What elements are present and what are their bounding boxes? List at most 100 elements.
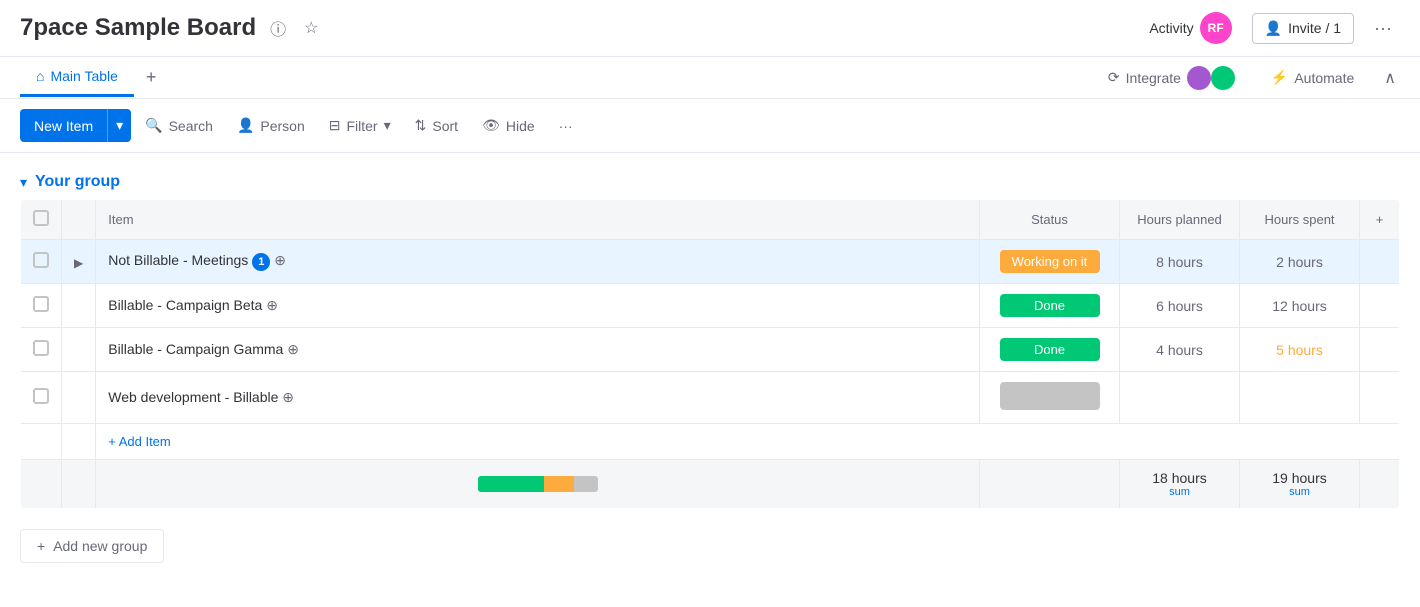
add-new-group-button[interactable]: + Add new group: [20, 529, 164, 563]
row-expand-2[interactable]: [62, 284, 96, 328]
activity-label: Activity: [1149, 20, 1193, 36]
clock-icon[interactable]: ⊕: [266, 297, 278, 313]
automate-label: Automate: [1294, 70, 1354, 86]
clock-icon[interactable]: ⊕: [287, 341, 299, 357]
item-name: Not Billable - Meetings: [108, 252, 248, 268]
top-bar-left: 7pace Sample Board ⓘ ☆: [20, 12, 322, 44]
table-row: Web development - Billable ⊕: [21, 372, 1400, 424]
sum-hours-spent-value: 19 hours: [1272, 470, 1326, 486]
header-hours-spent: Hours spent: [1240, 200, 1360, 240]
row-checkbox-2[interactable]: [21, 284, 62, 328]
sum-add: [1360, 460, 1400, 509]
header-checkbox[interactable]: [21, 200, 62, 240]
tab-main-table[interactable]: ⌂ Main Table: [20, 58, 134, 97]
pb-orange: [544, 476, 574, 492]
new-item-button[interactable]: New Item ▾: [20, 109, 131, 142]
collapse-button[interactable]: ∧: [1380, 64, 1400, 92]
sum-check: [21, 460, 62, 509]
row-expand-4[interactable]: [62, 372, 96, 424]
integrate-avatars: [1187, 66, 1235, 90]
add-item-expand: [62, 424, 96, 460]
row-add-2: [1360, 284, 1400, 328]
row-hours-spent-1: 2 hours: [1240, 240, 1360, 284]
header-expand: [62, 200, 96, 240]
status-badge: Working on it: [1000, 250, 1100, 273]
row-hours-planned-2: 6 hours: [1120, 284, 1240, 328]
avatar-1: [1187, 66, 1211, 90]
board-table: Item Status Hours planned Hours spent + …: [20, 199, 1400, 509]
automate-action[interactable]: ⚡ Automate: [1261, 63, 1364, 92]
add-tab-button[interactable]: +: [138, 57, 165, 98]
search-icon: 🔍: [145, 117, 162, 134]
table-row: Billable - Campaign Gamma ⊕Done4 hours5 …: [21, 328, 1400, 372]
row-hours-spent-2: 12 hours: [1240, 284, 1360, 328]
person-icon: 👤: [1265, 20, 1282, 37]
row-checkbox-4[interactable]: [21, 372, 62, 424]
checkbox[interactable]: [33, 340, 49, 356]
group-header[interactable]: ▾ Your group: [20, 173, 1400, 191]
sum-status: [980, 460, 1120, 509]
sum-hours-planned-value: 18 hours: [1152, 470, 1206, 486]
group-title: Your group: [35, 173, 120, 191]
status-empty: [1000, 382, 1100, 410]
new-item-arrow-icon[interactable]: ▾: [107, 109, 131, 142]
sum-row: 18 hours sum 19 hours sum: [21, 460, 1400, 509]
row-item-4: Web development - Billable ⊕: [96, 372, 980, 424]
automate-icon: ⚡: [1271, 69, 1288, 86]
activity-button[interactable]: Activity RF: [1141, 8, 1239, 48]
row-expand-1[interactable]: ▶: [62, 240, 96, 284]
row-item-1: Not Billable - Meetings1 ⊕: [96, 240, 980, 284]
row-status-3[interactable]: Done: [980, 328, 1120, 372]
person-filter-button[interactable]: 👤 Person: [227, 111, 315, 140]
row-status-2[interactable]: Done: [980, 284, 1120, 328]
search-label: Search: [169, 118, 213, 134]
table-row: ▶ Not Billable - Meetings1 ⊕ Working on it…: [21, 240, 1400, 284]
header-hours-planned: Hours planned: [1120, 200, 1240, 240]
badge-count: 1: [252, 253, 270, 271]
expand-arrow-icon[interactable]: ▶: [74, 256, 83, 270]
invite-button[interactable]: 👤 Invite / 1: [1252, 13, 1354, 44]
checkbox[interactable]: [33, 388, 49, 404]
add-item-row[interactable]: + Add Item: [21, 424, 1400, 460]
status-badge: Done: [1000, 338, 1100, 361]
checkbox[interactable]: [33, 296, 49, 312]
table-row: Billable - Campaign Beta ⊕ Done 6 hours12 …: [21, 284, 1400, 328]
row-item-3: Billable - Campaign Gamma ⊕: [96, 328, 980, 372]
more-toolbar-icon: ···: [559, 118, 573, 134]
hide-button[interactable]: 👁 Hide: [472, 111, 545, 140]
header-add-col[interactable]: +: [1360, 200, 1400, 240]
header-item: Item: [96, 200, 980, 240]
clock-icon[interactable]: ⊕: [282, 389, 294, 405]
tab-bar-right: ⟳ Integrate ⚡ Automate ∧: [1098, 60, 1400, 96]
row-expand-3[interactable]: [62, 328, 96, 372]
sort-button[interactable]: ⇅ Sort: [405, 111, 468, 140]
search-button[interactable]: 🔍 Search: [135, 111, 223, 140]
item-name: Billable - Campaign Beta: [108, 297, 262, 313]
add-item-cell[interactable]: + Add Item: [96, 424, 1400, 460]
more-options-button[interactable]: ···: [1366, 14, 1400, 43]
row-status-1[interactable]: Working on it: [980, 240, 1120, 284]
filter-button[interactable]: ⊟ Filter ▾: [319, 111, 401, 140]
tab-bar: ⌂ Main Table + ⟳ Integrate ⚡ Automate ∧: [0, 57, 1420, 99]
filter-icon: ⊟: [329, 117, 341, 134]
top-bar-right: Activity RF 👤 Invite / 1 ···: [1141, 8, 1400, 48]
more-toolbar-button[interactable]: ···: [549, 112, 583, 140]
item-name: Web development - Billable: [108, 389, 278, 405]
row-checkbox-1[interactable]: [21, 240, 62, 284]
sum-hours-planned: 18 hours sum: [1120, 460, 1240, 509]
table-header-row: Item Status Hours planned Hours spent +: [21, 200, 1400, 240]
sort-label: Sort: [432, 118, 458, 134]
row-item-2: Billable - Campaign Beta ⊕: [96, 284, 980, 328]
checkbox[interactable]: [33, 252, 49, 268]
new-item-label[interactable]: New Item: [20, 110, 107, 142]
clock-icon[interactable]: ⊕: [274, 252, 286, 268]
row-hours-spent-3: 5 hours: [1240, 328, 1360, 372]
integrate-action[interactable]: ⟳ Integrate: [1098, 60, 1245, 96]
row-status-4[interactable]: [980, 372, 1120, 424]
info-icon-button[interactable]: ⓘ: [266, 12, 290, 44]
row-checkbox-3[interactable]: [21, 328, 62, 372]
pb-gray: [574, 476, 598, 492]
star-icon-button[interactable]: ☆: [300, 14, 322, 42]
progress-bar: [478, 476, 598, 492]
status-badge: Done: [1000, 294, 1100, 317]
